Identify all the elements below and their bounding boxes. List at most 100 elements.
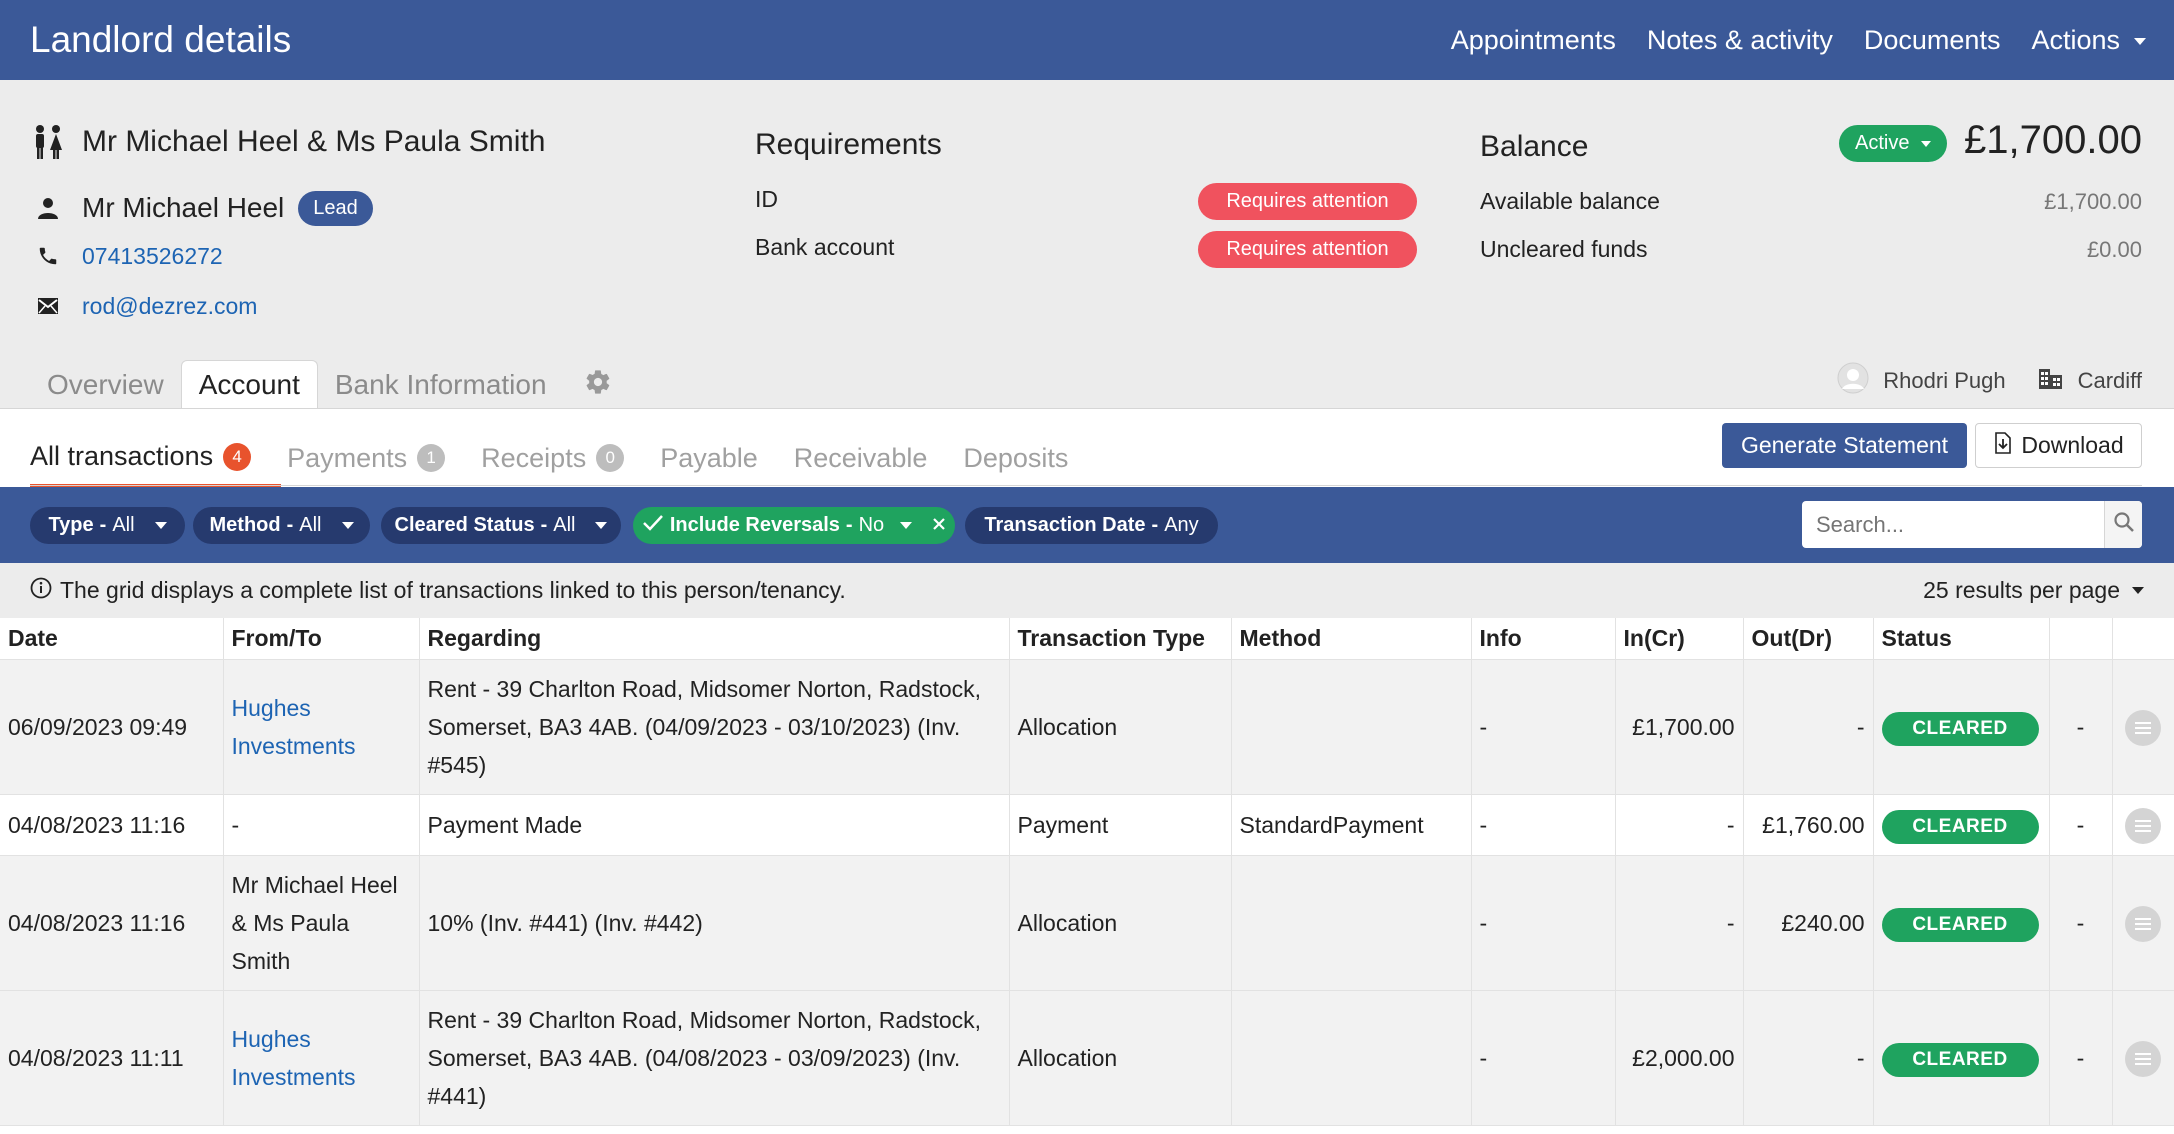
avatar-icon <box>1837 362 1869 400</box>
table-row[interactable]: 04/08/2023 11:16 Mr Michael Heel & Ms Pa… <box>0 855 2174 991</box>
table-row[interactable]: 04/08/2023 11:16 - Payment Made Payment … <box>0 794 2174 856</box>
branch-name: Cardiff <box>2077 368 2142 393</box>
cell-from-to: Mr Michael Heel & Ms Paula Smith <box>223 855 420 991</box>
column-header-in-cr[interactable]: In(Cr) <box>1615 618 1744 660</box>
subtab-payable[interactable]: Payable <box>660 441 758 487</box>
cell-info: - <box>1471 794 1616 856</box>
cell-date: 04/08/2023 11:11 <box>0 990 224 1126</box>
tab-bank-information[interactable]: Bank Information <box>318 360 564 409</box>
tab-overview[interactable]: Overview <box>30 360 181 409</box>
filter-value: All <box>553 514 576 536</box>
row-menu-button[interactable] <box>2125 709 2161 746</box>
column-header-transaction-type[interactable]: Transaction Type <box>1009 618 1232 660</box>
close-icon[interactable] <box>932 514 946 537</box>
requirement-id-status[interactable]: Requires attention <box>1198 183 1417 220</box>
row-menu-button[interactable] <box>2125 807 2161 844</box>
cell-actions <box>2112 659 2174 795</box>
filter-method[interactable]: Method - All <box>193 507 370 544</box>
subtab-receivable[interactable]: Receivable <box>794 441 928 487</box>
status-badge: CLEARED <box>1881 712 2039 746</box>
column-header-regarding[interactable]: Regarding <box>419 618 1010 660</box>
balance-title: Balance <box>1480 130 1589 163</box>
column-header-info[interactable]: Info <box>1471 618 1616 660</box>
table-row[interactable]: 04/08/2023 11:11 Hughes Investments Rent… <box>0 990 2174 1126</box>
subtab-receipts[interactable]: Receipts 0 <box>481 441 625 487</box>
filter-cleared-status[interactable]: Cleared Status - All <box>381 507 621 544</box>
nav-actions-label: Actions <box>2031 24 2120 55</box>
cell-method <box>1231 855 1472 991</box>
requirement-bank-status[interactable]: Requires attention <box>1198 231 1417 268</box>
cell-actions <box>2112 855 2174 991</box>
filter-include-reversals[interactable]: Include Reversals - No <box>633 507 955 544</box>
row-menu-button[interactable] <box>2125 1040 2161 1077</box>
account-content: All transactions 4 Payments 1 Receipts 0… <box>0 408 2174 1134</box>
download-button[interactable]: Download <box>1975 423 2142 468</box>
subtab-all-transactions[interactable]: All transactions 4 <box>30 441 282 487</box>
from-to-link[interactable]: Hughes Investments <box>232 1026 356 1090</box>
requirements-title: Requirements <box>755 128 942 161</box>
cell-info: - <box>1471 990 1616 1126</box>
chevron-down-icon <box>154 522 167 529</box>
subtab-label: All transactions <box>30 441 214 471</box>
cell-info: - <box>1471 659 1616 795</box>
email-link[interactable]: rod@dezrez.com <box>82 293 257 320</box>
active-status-label: Active <box>1855 132 1910 154</box>
tab-settings[interactable] <box>584 360 612 409</box>
chevron-down-icon <box>2132 587 2144 594</box>
available-balance-value: £1,700.00 <box>2044 189 2142 214</box>
column-header-date[interactable]: Date <box>0 618 224 660</box>
column-header-actions <box>2112 618 2174 660</box>
search-button[interactable] <box>2104 501 2142 548</box>
tab-account[interactable]: Account <box>180 360 318 409</box>
hamburger-icon <box>2135 721 2151 734</box>
row-menu-button[interactable] <box>2125 905 2161 942</box>
nav-appointments[interactable]: Appointments <box>1451 25 1616 56</box>
info-text: The grid displays a complete list of tra… <box>60 577 846 603</box>
chevron-down-icon <box>900 522 913 529</box>
cell-status: CLEARED <box>1873 990 2050 1126</box>
cell-actions <box>2112 794 2174 856</box>
nav-notes-activity[interactable]: Notes & activity <box>1647 25 1833 56</box>
results-per-page-dropdown[interactable]: 25 results per page <box>1923 577 2144 604</box>
balance-total: £1,700.00 <box>1964 118 2142 162</box>
cell-extra: - <box>2049 855 2113 991</box>
nav-documents[interactable]: Documents <box>1864 25 2001 56</box>
generate-statement-button[interactable]: Generate Statement <box>1722 423 1967 468</box>
nav-actions-dropdown[interactable]: Actions <box>2031 25 2146 56</box>
requirement-id-label: ID <box>755 186 778 212</box>
status-badge: CLEARED <box>1881 908 2039 942</box>
active-status-dropdown[interactable]: Active <box>1839 125 1948 162</box>
column-header-method[interactable]: Method <box>1231 618 1472 660</box>
hamburger-icon <box>2135 1052 2151 1065</box>
table-row[interactable]: 06/09/2023 09:49 Hughes Investments Rent… <box>0 659 2174 795</box>
cell-from-to: Hughes Investments <box>223 990 420 1126</box>
cell-out-dr: £240.00 <box>1743 855 1874 991</box>
uncleared-funds-value: £0.00 <box>2086 237 2142 262</box>
phone-link[interactable]: 07413526272 <box>82 243 223 270</box>
cell-in-cr: £1,700.00 <box>1615 659 1744 795</box>
chevron-down-icon <box>2134 37 2146 45</box>
subtab-payments[interactable]: Payments 1 <box>287 441 446 487</box>
gear-icon <box>584 368 612 401</box>
negotiator-name: Rhodri Pugh <box>1883 368 2006 393</box>
filter-type[interactable]: Type - All <box>30 507 185 544</box>
cell-method <box>1231 990 1472 1126</box>
cell-from-to: Hughes Investments <box>223 659 420 795</box>
filter-separator: - <box>1151 514 1159 536</box>
filter-bar: Type - All Method - All Cleared Status - All I… <box>0 487 2174 563</box>
column-header-out-dr[interactable]: Out(Dr) <box>1743 618 1874 660</box>
filter-transaction-date[interactable]: Transaction Date - Any <box>965 507 1218 544</box>
from-to-link[interactable]: Hughes Investments <box>232 695 356 759</box>
subtab-deposits[interactable]: Deposits <box>963 441 1068 487</box>
column-header-status[interactable]: Status <box>1873 618 2050 660</box>
filter-key: Method <box>209 514 281 536</box>
cell-method: StandardPayment <box>1231 794 1472 856</box>
chevron-down-icon <box>595 522 608 529</box>
cell-method <box>1231 659 1472 795</box>
envelope-icon <box>30 288 66 324</box>
tabs-divider <box>30 485 2142 486</box>
column-header-from-to[interactable]: From/To <box>223 618 420 660</box>
search-input[interactable] <box>1802 501 2104 548</box>
top-nav: Appointments Notes & activity Documents … <box>1451 25 2146 56</box>
cell-date: 04/08/2023 11:16 <box>0 855 224 991</box>
